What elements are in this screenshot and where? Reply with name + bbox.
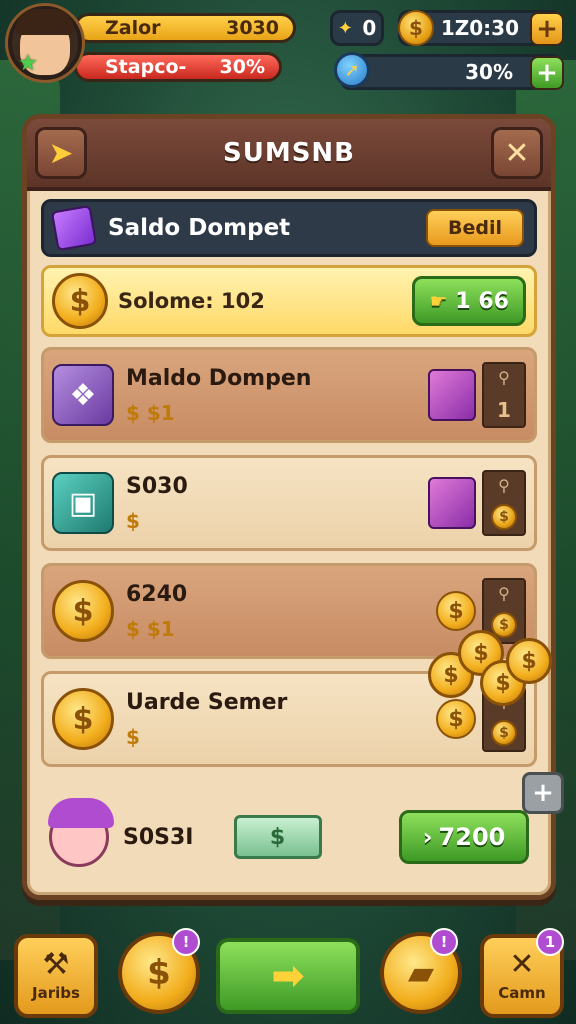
item-2-price: $ — [126, 508, 140, 533]
nav-jobs-button[interactable]: ⚒ Jaribs — [14, 934, 98, 1018]
shop-item-1[interactable]: ❖ Maldo Dompen $ $1 ⚲ 1 — [41, 347, 537, 443]
item-3-name: 6240 — [126, 581, 188, 607]
nav-map-badge: ! — [430, 928, 458, 956]
gift-box-icon — [428, 369, 476, 421]
wallet-panel: ➤ SUMSNB ✕ Saldo Dompet Bedil $ Solome: … — [22, 114, 556, 900]
hud-gold-value: 3030 — [226, 17, 279, 39]
mascot-icon — [48, 798, 114, 867]
bottom-nav: ⚒ Jaribs $ ! ➡ ▰ ! ✕ Camn 1 — [0, 928, 576, 1024]
back-arrow-icon: ➤ — [48, 135, 74, 171]
coin-count: 1Z0:30 — [440, 16, 519, 40]
star-count: 0 — [362, 16, 377, 40]
player-avatar[interactable]: ★ — [8, 6, 82, 80]
item-2-name: S030 — [126, 473, 188, 499]
item-1-name: Maldo Dompen — [126, 365, 312, 391]
buy-button-label: 7200 — [438, 823, 506, 851]
purse-bundle-icon: ❖ — [52, 364, 114, 426]
star-counter[interactable]: ✦ 0 — [330, 10, 384, 46]
gold-coin-icon: $ — [52, 580, 114, 642]
nav-camp-label: Camn — [498, 984, 546, 1002]
coin-sword-icon: $ — [147, 953, 171, 993]
percent-value: 30% — [465, 60, 513, 84]
footer-row: S0S3I $ › 7200 — [41, 785, 537, 889]
item-1-price: $ $1 — [126, 400, 175, 425]
coin-pile-icon: $ $ $ $ — [428, 630, 558, 710]
close-icon: ✕ — [504, 135, 530, 171]
hand-icon: ☛ — [429, 289, 448, 313]
hud-gold-label: Zalor — [105, 17, 161, 39]
star-icon: ✦ — [337, 17, 353, 39]
add-item-button[interactable]: + — [522, 772, 564, 814]
mini-coin-icon: $ — [491, 720, 517, 746]
wallet-header-row: Saldo Dompet Bedil — [41, 199, 537, 257]
nav-play-button[interactable]: ➡ — [216, 938, 360, 1014]
gift-coin-icon — [428, 477, 476, 529]
hud-red-bar: Stapco- 30% — [74, 52, 282, 82]
balance-text: Solome: 102 — [118, 289, 265, 313]
hud-red-value: 30% — [219, 56, 265, 78]
nav-coin-badge: ! — [172, 928, 200, 956]
panel-header: ➤ SUMSNB ✕ — [27, 119, 551, 191]
key-icon: ⚲ — [498, 476, 510, 495]
add-percent-button[interactable]: + — [530, 56, 564, 90]
balance-claim-button[interactable]: ☛ 1 66 — [412, 276, 526, 326]
crossed-tools-icon: ✕ — [509, 947, 535, 982]
nav-jobs-label: Jaribs — [32, 984, 80, 1002]
item-4-name: Uarde Semer — [126, 689, 288, 715]
shop-item-2[interactable]: ▣ S030 $ ⚲ $ — [41, 455, 537, 551]
mini-coin-icon: $ — [491, 504, 517, 530]
close-button[interactable]: ✕ — [491, 127, 543, 179]
key-icon: ⚲ — [498, 368, 510, 387]
item-1-slot-value: 1 — [497, 398, 511, 422]
coin-icon: $ — [398, 10, 434, 46]
item-3-price: $ $1 — [126, 616, 175, 641]
cash-safe-icon: ▣ — [52, 472, 114, 534]
hud-gold-bar: Zalor 3030 — [74, 13, 296, 43]
key-icon: ⚲ — [498, 584, 510, 603]
gem-cube-icon — [50, 204, 98, 252]
hammer-icon: ⚒ — [42, 947, 70, 982]
wallet-action-button[interactable]: Bedil — [426, 209, 524, 247]
arrow-right-icon: › — [422, 823, 433, 851]
wallet-title: Saldo Dompet — [108, 215, 291, 241]
nav-camp-badge: 1 — [536, 928, 564, 956]
buy-button[interactable]: › 7200 — [399, 810, 529, 864]
percent-counter: 30% — [340, 54, 562, 90]
balance-coin-icon: $ — [52, 273, 108, 329]
map-tile-icon: ▰ — [407, 953, 435, 993]
panel-title: SUMSNB — [222, 138, 355, 168]
back-button[interactable]: ➤ — [35, 127, 87, 179]
item-2-slot: ⚲ $ — [482, 470, 526, 536]
item-1-slot: ⚲ 1 — [482, 362, 526, 428]
hud-red-label: Stapco- — [105, 56, 187, 78]
balance-claim-label: 1 66 — [455, 288, 509, 314]
gold-coin-icon: $ — [52, 688, 114, 750]
cash-bill-icon: $ — [233, 815, 322, 859]
balance-row: $ Solome: 102 ☛ 1 66 — [41, 265, 537, 337]
arrow-right-icon: ➡ — [271, 953, 305, 999]
coin-icon: $ — [436, 591, 476, 631]
compass-icon: ➚ — [334, 52, 370, 88]
add-coins-button[interactable]: + — [530, 12, 564, 46]
level-star-icon: ★ — [18, 51, 38, 76]
item-4-price: $ — [126, 724, 140, 749]
footer-name: S0S3I — [123, 824, 194, 850]
